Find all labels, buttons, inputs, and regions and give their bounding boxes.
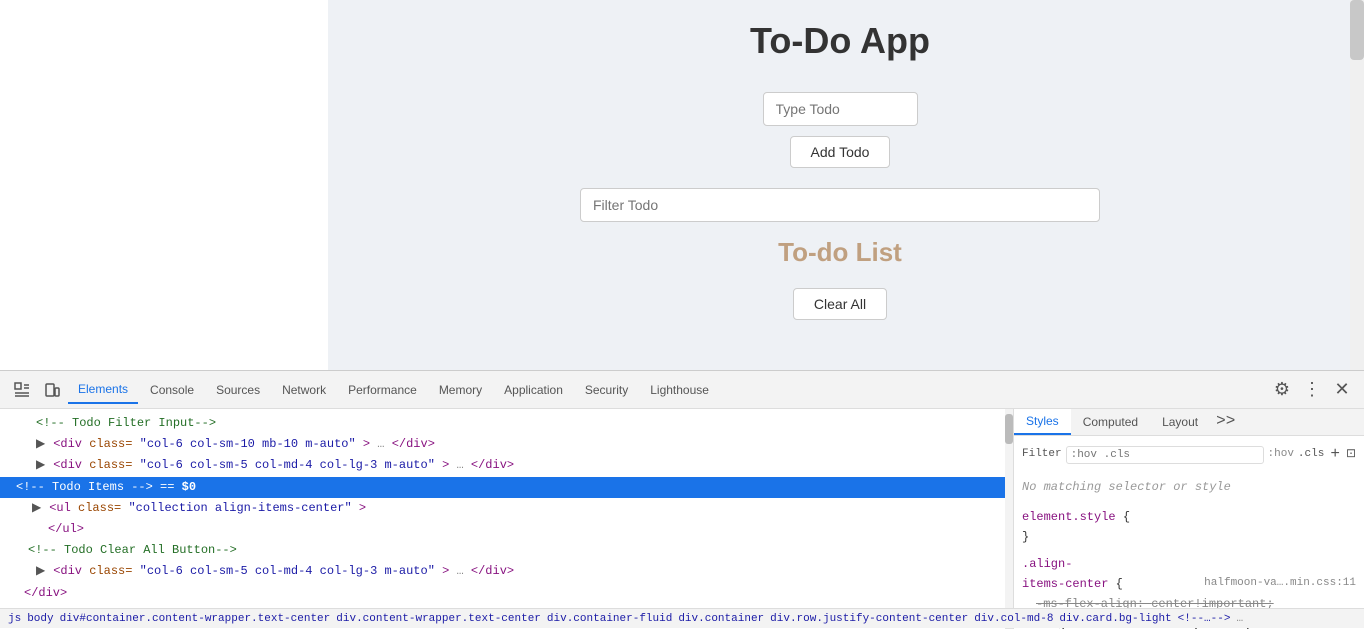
- breadcrumb-item-body[interactable]: body: [27, 613, 53, 625]
- hov-label[interactable]: :hov: [1268, 446, 1294, 464]
- html-line: <!-- Todo Filter Input-->: [0, 413, 1013, 434]
- breadcrumb-item-containerfluid[interactable]: div.container-fluid: [547, 613, 672, 625]
- expand-button[interactable]: ⊡: [1346, 445, 1356, 464]
- tab-performance[interactable]: Performance: [338, 377, 427, 403]
- styles-tab-layout[interactable]: Layout: [1150, 409, 1210, 435]
- html-line-highlighted[interactable]: <!-- Todo Items --> == $0: [0, 477, 1013, 498]
- todo-list-title: To-do List: [778, 237, 902, 268]
- styles-tabs: Styles Computed Layout >>: [1014, 409, 1364, 436]
- styles-tab-computed[interactable]: Computed: [1071, 409, 1150, 435]
- todo-input[interactable]: [763, 92, 918, 126]
- style-rule-element: element.style { }: [1022, 507, 1356, 548]
- html-scrollbar-thumb[interactable]: [1005, 414, 1013, 444]
- breadcrumb-item-comment[interactable]: <!--…-->: [1178, 613, 1231, 625]
- add-todo-button[interactable]: Add Todo: [790, 136, 891, 168]
- cls-label[interactable]: .cls: [1298, 446, 1324, 464]
- tab-application[interactable]: Application: [494, 377, 573, 403]
- breadcrumb-item-colmd8[interactable]: div.col-md-8: [974, 613, 1053, 625]
- app-area: To-Do App Add Todo To-do List Clear All: [328, 0, 1352, 370]
- styles-filter-input[interactable]: [1066, 446, 1264, 464]
- todo-input-container: Add Todo: [763, 92, 918, 168]
- no-matching-label: No matching selector or style: [1022, 474, 1356, 501]
- devtools-breadcrumb: js body div#container.content-wrapper.te…: [0, 608, 1364, 628]
- styles-tab-styles[interactable]: Styles: [1014, 409, 1071, 435]
- breadcrumb-item-js[interactable]: js: [8, 613, 21, 625]
- styles-content: Filter :hov .cls + ⊡ No matching selecto…: [1014, 436, 1364, 629]
- styles-filter-row: Filter :hov .cls + ⊡: [1022, 442, 1356, 468]
- add-rule-button[interactable]: +: [1330, 442, 1340, 468]
- breadcrumb-item-container[interactable]: div#container.content-wrapper.text-cente…: [60, 613, 331, 625]
- devtools-settings-button[interactable]: ⚙: [1268, 376, 1296, 404]
- html-line: </div>: [0, 583, 1013, 604]
- app-title: To-Do App: [750, 20, 930, 62]
- tab-lighthouse[interactable]: Lighthouse: [640, 377, 719, 403]
- breadcrumb-item-contentwrapper[interactable]: div.content-wrapper.text-center: [336, 613, 541, 625]
- devtools-more-button[interactable]: ⋮: [1298, 376, 1326, 404]
- devtools-panel: Elements Console Sources Network Perform…: [0, 370, 1364, 628]
- html-line: ▶ <ul class= "collection align-items-cen…: [0, 498, 1013, 519]
- html-line: </ul>: [0, 519, 1013, 540]
- html-line: <!-- Todo Clear All Button-->: [0, 540, 1013, 561]
- devtools-close-button[interactable]: ✕: [1328, 376, 1356, 404]
- inspect-element-button[interactable]: [8, 376, 36, 404]
- html-panel[interactable]: <!-- Todo Filter Input--> ▶ <div class= …: [0, 409, 1014, 629]
- filter-input[interactable]: [580, 188, 1100, 222]
- tab-network[interactable]: Network: [272, 377, 336, 403]
- tab-memory[interactable]: Memory: [429, 377, 492, 403]
- html-line: ▶ <div class= "col-6 col-sm-5 col-md-4 c…: [0, 455, 1013, 476]
- html-scrollbar[interactable]: ▼: [1005, 409, 1013, 629]
- styles-panel: Styles Computed Layout >> Filter :hov .c…: [1014, 409, 1364, 629]
- scrollbar-thumb[interactable]: [1350, 0, 1364, 60]
- tab-elements[interactable]: Elements: [68, 376, 138, 404]
- tab-sources[interactable]: Sources: [206, 377, 270, 403]
- filter-label: Filter: [1022, 446, 1062, 464]
- expand-tabs-button[interactable]: >>: [1210, 409, 1241, 435]
- tab-security[interactable]: Security: [575, 377, 638, 403]
- devtools-content: <!-- Todo Filter Input--> ▶ <div class= …: [0, 409, 1364, 629]
- breadcrumb-item-container2[interactable]: div.container: [678, 613, 764, 625]
- html-line: ▶ <div class= "col-6 col-sm-10 mb-10 m-a…: [0, 434, 1013, 455]
- tab-console[interactable]: Console: [140, 377, 204, 403]
- html-line: ▶ <div class= "col-6 col-sm-5 col-md-4 c…: [0, 561, 1013, 582]
- breadcrumb-item-row[interactable]: div.row.justify-content-center: [770, 613, 968, 625]
- breadcrumb-item-card[interactable]: div.card.bg-light: [1059, 613, 1171, 625]
- devtools-toolbar: Elements Console Sources Network Perform…: [0, 371, 1364, 409]
- device-toolbar-button[interactable]: [38, 376, 66, 404]
- breadcrumb-more: …: [1236, 613, 1243, 625]
- scrollbar[interactable]: [1350, 0, 1364, 370]
- clear-all-button[interactable]: Clear All: [793, 288, 887, 320]
